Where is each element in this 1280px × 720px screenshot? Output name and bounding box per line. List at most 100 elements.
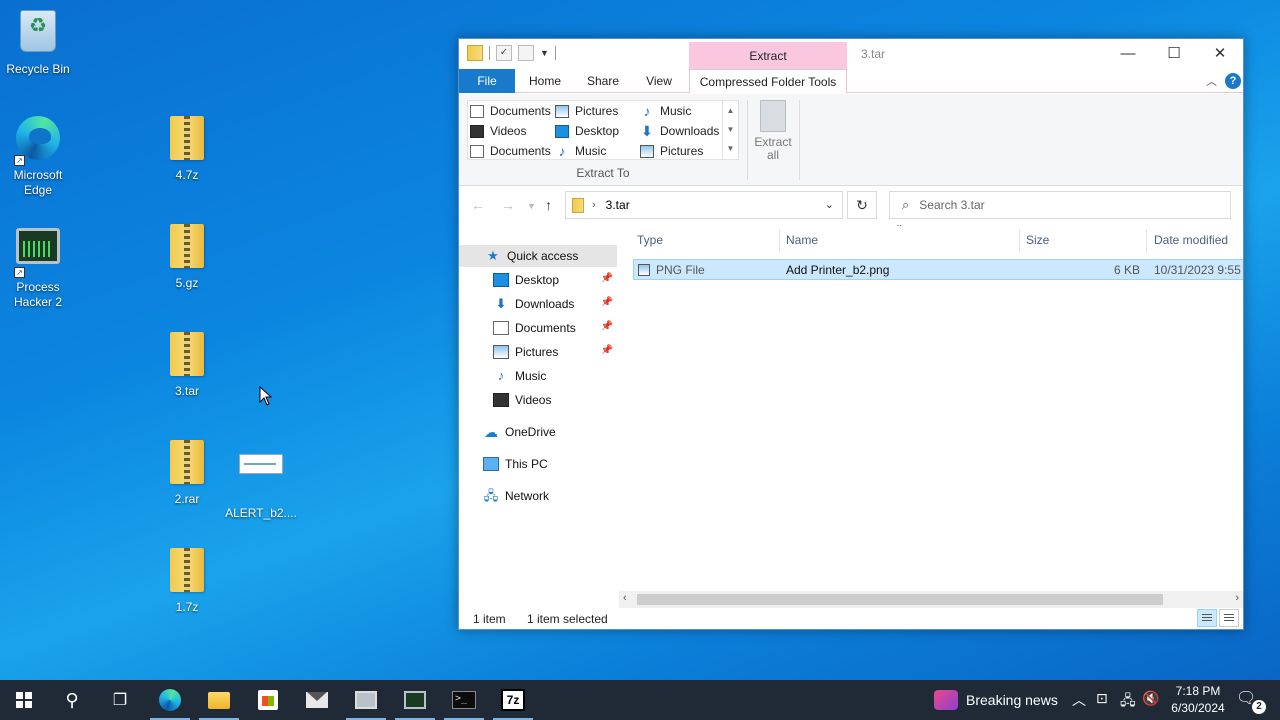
news-widget[interactable]: Breaking news xyxy=(934,688,1058,712)
desktop-icon-4-7z[interactable]: 4.7z xyxy=(149,116,225,183)
chevron-down-icon[interactable]: ⌄ xyxy=(825,198,834,211)
dest-pictures[interactable]: Pictures xyxy=(555,101,618,121)
large-icons-view-button[interactable] xyxy=(1219,609,1239,627)
search-input[interactable]: ⌕ Search 3.tar xyxy=(889,191,1231,219)
desktop-icon-label: 5.gz xyxy=(175,276,199,290)
column-separator[interactable] xyxy=(1019,229,1020,253)
taskbar-app[interactable] xyxy=(342,680,390,720)
show-hidden-icons-button[interactable]: ︿ xyxy=(1072,690,1086,710)
documents-icon xyxy=(470,144,484,158)
taskbar-mail[interactable] xyxy=(293,680,341,720)
column-type[interactable]: Type xyxy=(637,233,663,247)
desktop-icon-alert-b2[interactable]: ALERT_b2.... xyxy=(223,440,299,521)
music-icon: ♪ xyxy=(497,368,505,383)
desktop-icon-1-7z[interactable]: 1.7z xyxy=(149,548,225,615)
desktop-icon-5-gz[interactable]: 5.gz xyxy=(149,224,225,291)
dest-label: Pictures xyxy=(660,144,704,158)
downloads-icon: ⬇ xyxy=(641,122,653,139)
details-view-button[interactable] xyxy=(1197,609,1217,627)
collapse-ribbon-icon[interactable]: ︿ xyxy=(1206,73,1217,89)
dest-downloads[interactable]: ⬇ Downloads xyxy=(640,121,719,141)
file-row[interactable]: PNG File Add Printer_b2.png 6 KB 10/31/2… xyxy=(633,259,1243,280)
nav-quick-access[interactable]: ★ Quick access xyxy=(459,245,617,267)
desktop-icon-3-tar[interactable]: 3.tar xyxy=(149,332,225,399)
scroll-right-icon[interactable]: › xyxy=(1235,592,1239,604)
scroll-up-icon[interactable]: ▲ xyxy=(723,101,738,120)
dest-documents[interactable]: Documents xyxy=(470,101,551,121)
close-button[interactable]: ✕ xyxy=(1197,39,1243,69)
process-hacker-icon xyxy=(16,228,60,264)
column-separator[interactable] xyxy=(1146,229,1147,253)
nav-documents[interactable]: Documents 📌 xyxy=(459,317,617,339)
nav-network[interactable]: 🖧 Network xyxy=(459,485,617,507)
start-button[interactable] xyxy=(0,680,48,720)
nav-music[interactable]: ♪ Music xyxy=(459,365,617,387)
column-separator[interactable] xyxy=(779,229,780,253)
taskbar-store[interactable] xyxy=(244,680,292,720)
column-name[interactable]: Name xyxy=(786,233,818,247)
properties-icon[interactable]: ✓ xyxy=(496,45,512,61)
new-folder-icon[interactable] xyxy=(518,45,534,61)
tab-file[interactable]: File xyxy=(459,69,515,93)
file-date: 10/31/2023 9:55 P xyxy=(1154,263,1243,277)
expand-gallery-icon[interactable]: ▼ xyxy=(723,139,738,158)
dest-label: Downloads xyxy=(660,124,720,138)
clock-time: 7:18 PM xyxy=(1175,684,1221,698)
taskbar-file-explorer[interactable] xyxy=(195,680,243,720)
desktop-icon-edge[interactable]: ↗ Microsoft Edge xyxy=(0,116,76,198)
scroll-down-icon[interactable]: ▼ xyxy=(723,120,738,139)
up-button[interactable]: ↑ xyxy=(545,197,552,213)
window-title: 3.tar xyxy=(861,47,886,61)
dest-videos[interactable]: Videos xyxy=(470,121,526,141)
nav-desktop[interactable]: Desktop 📌 xyxy=(459,269,617,291)
scrollbar-thumb[interactable] xyxy=(637,594,1163,605)
forward-button[interactable]: → xyxy=(501,197,515,213)
clock[interactable]: 7:18 PM 6/30/2024 xyxy=(1160,683,1236,717)
back-button[interactable]: ← xyxy=(471,197,485,213)
task-view-button[interactable]: ❐ xyxy=(96,680,144,720)
meet-now-icon[interactable]: ⊡ xyxy=(1096,690,1108,707)
recent-locations-icon[interactable]: ▼ xyxy=(527,201,536,211)
notification-center-button[interactable]: 🗨 2 xyxy=(1236,688,1266,714)
documents-icon xyxy=(470,104,484,118)
taskbar-7zip[interactable]: 7z xyxy=(489,680,537,720)
extract-contextual-tab: Extract xyxy=(689,42,847,70)
help-icon[interactable]: ? xyxy=(1225,73,1241,89)
tab-view[interactable]: View xyxy=(637,69,681,93)
dest-pictures-2[interactable]: Pictures xyxy=(640,141,703,161)
refresh-button[interactable]: ↻ xyxy=(847,191,877,219)
search-button[interactable]: ⚲ xyxy=(48,680,96,720)
nav-pictures[interactable]: Pictures 📌 xyxy=(459,341,617,363)
column-size[interactable]: Size xyxy=(1026,233,1049,247)
destinations-scroller[interactable]: ▲ ▼ ▼ xyxy=(722,101,738,159)
volume-muted-icon[interactable]: 🔇 xyxy=(1142,690,1159,707)
nav-this-pc[interactable]: This PC xyxy=(459,453,617,475)
desktop-icon-2-rar[interactable]: 2.rar xyxy=(149,440,225,507)
horizontal-scrollbar[interactable]: ‹ › xyxy=(619,591,1243,608)
nav-downloads[interactable]: ⬇ Downloads 📌 xyxy=(459,293,617,315)
extract-all-button[interactable]: Extract all xyxy=(751,100,795,162)
taskbar-edge[interactable] xyxy=(146,680,194,720)
column-date-modified[interactable]: Date modified xyxy=(1154,233,1228,247)
dest-desktop[interactable]: Desktop xyxy=(555,121,619,141)
dest-music[interactable]: ♪ Music xyxy=(640,101,692,121)
pictures-icon xyxy=(555,104,569,118)
dest-music-2[interactable]: ♪ Music xyxy=(555,141,607,161)
customize-toolbar-icon[interactable]: ▼ xyxy=(540,48,549,58)
taskbar-terminal[interactable]: >_ xyxy=(440,680,488,720)
minimize-button[interactable]: — xyxy=(1105,39,1151,69)
network-icon[interactable]: 🖧 xyxy=(1120,690,1136,714)
desktop-icon-process-hacker[interactable]: ↗ Process Hacker 2 xyxy=(0,224,76,310)
desktop-icon-recycle-bin[interactable]: Recycle Bin xyxy=(0,8,76,77)
file-name: Add Printer_b2.png xyxy=(786,263,890,277)
maximize-button[interactable]: ☐ xyxy=(1151,39,1197,69)
dest-documents-2[interactable]: Documents xyxy=(470,141,551,161)
tab-home[interactable]: Home xyxy=(523,69,567,93)
taskbar-process-hacker[interactable] xyxy=(391,680,439,720)
tab-share[interactable]: Share xyxy=(581,69,625,93)
nav-videos[interactable]: Videos xyxy=(459,389,617,411)
scroll-left-icon[interactable]: ‹ xyxy=(623,592,627,604)
tab-compressed-folder-tools[interactable]: Compressed Folder Tools xyxy=(689,69,847,94)
address-bar[interactable]: › 3.tar ⌄ xyxy=(565,191,843,219)
nav-onedrive[interactable]: ☁ OneDrive xyxy=(459,421,617,443)
